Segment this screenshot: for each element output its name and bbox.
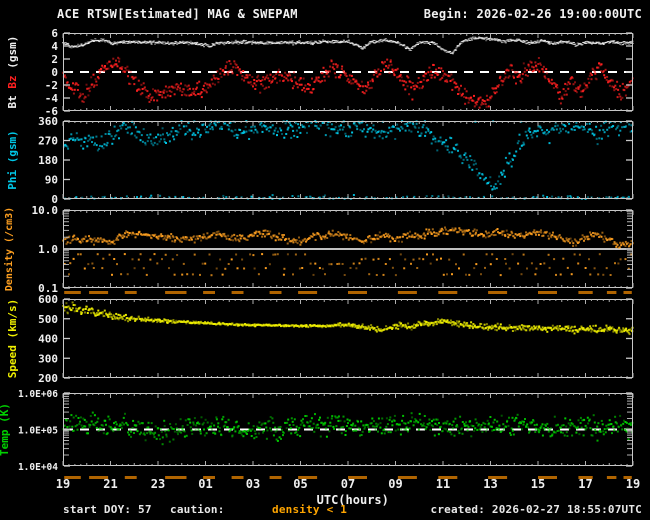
- y-tick-label: 600: [38, 293, 58, 306]
- caution-value-label: density < 1: [272, 503, 348, 516]
- panel-bt-bz: 6420-2-4-6Bt Bz (gsm): [6, 27, 634, 118]
- y-tick-label: 300: [38, 352, 58, 365]
- y-tick-label: 10.0: [32, 204, 59, 217]
- caution-marker: [488, 291, 508, 294]
- series-density-below-1: [63, 253, 633, 277]
- series-bz: [62, 56, 634, 109]
- series-density: [62, 226, 634, 249]
- x-tick-label: 15: [531, 477, 545, 491]
- y-tick-label: 360: [38, 115, 58, 128]
- caution-marker: [269, 476, 282, 479]
- ylabel-phi: Phi (gsm): [6, 130, 19, 190]
- caution-marker: [438, 291, 458, 294]
- y-tick-label: 200: [38, 372, 58, 385]
- y-tick-label: 1.0: [38, 243, 58, 256]
- caution-marker: [231, 476, 244, 479]
- caution-marker: [606, 476, 617, 479]
- caution-marker: [578, 291, 593, 294]
- caution-marker: [124, 291, 137, 294]
- caution-marker: [64, 291, 81, 294]
- y-tick-label: 6: [51, 27, 58, 40]
- caution-marker: [64, 476, 81, 479]
- caution-marker: [348, 476, 367, 479]
- caution-marker: [538, 291, 557, 294]
- caution-markers-strip-2: [64, 476, 632, 479]
- caution-marker: [397, 291, 417, 294]
- y-tick-label: -4: [45, 92, 59, 105]
- ylabel-speed: Speed (km/s): [6, 299, 19, 378]
- caution-marker: [438, 476, 458, 479]
- y-tick-label: 400: [38, 333, 58, 346]
- y-tick-label: 4: [51, 40, 58, 53]
- caution-marker: [269, 291, 282, 294]
- caution-label: caution:: [170, 503, 225, 516]
- y-tick-label: 1.0E+04: [18, 462, 58, 473]
- x-tick-label: 21: [103, 477, 117, 491]
- ylabel-temp: Temp (K): [0, 403, 11, 456]
- y-tick-label: 270: [38, 135, 58, 148]
- panel-phi: 360270180900Phi (gsm): [6, 115, 634, 206]
- x-tick-label: 05: [293, 477, 307, 491]
- panel-temp: 1.0E+06 1.0E+05 1.0E+04 Temp (K): [0, 389, 634, 473]
- series-phi: [62, 120, 634, 200]
- caution-marker: [623, 476, 632, 479]
- y-tick-label: 1.0E+05: [18, 426, 58, 437]
- y-tick-label: 1.0E+06: [18, 389, 58, 400]
- ylabel-bt-bz: Bt Bz (gsm): [6, 36, 19, 109]
- caution-marker: [298, 291, 318, 294]
- caution-marker: [606, 291, 617, 294]
- y-tick-label: -2: [45, 79, 58, 92]
- caution-marker: [203, 476, 215, 479]
- chart-canvas: 6420-2-4-6Bt Bz (gsm)360270180900Phi (gs…: [0, 27, 640, 507]
- caution-marker: [397, 476, 417, 479]
- caution-marker: [165, 476, 187, 479]
- caution-marker: [165, 291, 187, 294]
- caution-marker: [203, 291, 215, 294]
- caution-marker: [231, 291, 244, 294]
- y-tick-label: 90: [45, 174, 58, 187]
- series-bt: [62, 36, 634, 55]
- y-tick-label: 0: [51, 66, 58, 79]
- ace-rtsw-plot-window: ACE RTSW[Estimated] MAG & SWEPAM Begin: …: [0, 0, 650, 520]
- caution-marker: [488, 476, 508, 479]
- y-tick-label: 500: [38, 313, 58, 326]
- caution-marker: [623, 291, 632, 294]
- x-tick-label: 07: [341, 477, 355, 491]
- x-tick-label: 17: [578, 477, 592, 491]
- caution-marker: [578, 476, 593, 479]
- x-tick-label: 13: [483, 477, 497, 491]
- panel-frame: [63, 299, 633, 378]
- caution-marker: [89, 291, 109, 294]
- x-tick-label: 19: [626, 477, 640, 491]
- panel-density: 10.01.00.1Density (/cm3): [3, 204, 634, 295]
- y-tick-label: 180: [38, 154, 58, 167]
- caution-marker: [348, 291, 367, 294]
- x-tick-label: 19: [56, 477, 70, 491]
- panel-speed: 600 500 400 300 200 Speed (km/s): [6, 293, 634, 385]
- ylabel-density: Density (/cm3): [3, 207, 15, 291]
- caution-marker: [89, 476, 109, 479]
- caution-marker: [124, 476, 137, 479]
- created-timestamp: created: 2026-02-27 18:55:07UTC: [430, 503, 642, 516]
- x-tick-label: 09: [388, 477, 402, 491]
- caution-marker: [538, 476, 557, 479]
- x-tick-label: 03: [246, 477, 260, 491]
- start-doy-label: start DOY: 57: [63, 503, 152, 516]
- series-speed: [62, 301, 634, 336]
- caution-marker: [298, 476, 318, 479]
- x-tick-label: 11: [436, 477, 450, 491]
- x-tick-label: 23: [151, 477, 165, 491]
- caution-markers-strip-1: [64, 291, 632, 294]
- x-tick-label: 01: [198, 477, 212, 491]
- y-tick-label: 2: [51, 53, 58, 66]
- series-temp: [62, 411, 634, 446]
